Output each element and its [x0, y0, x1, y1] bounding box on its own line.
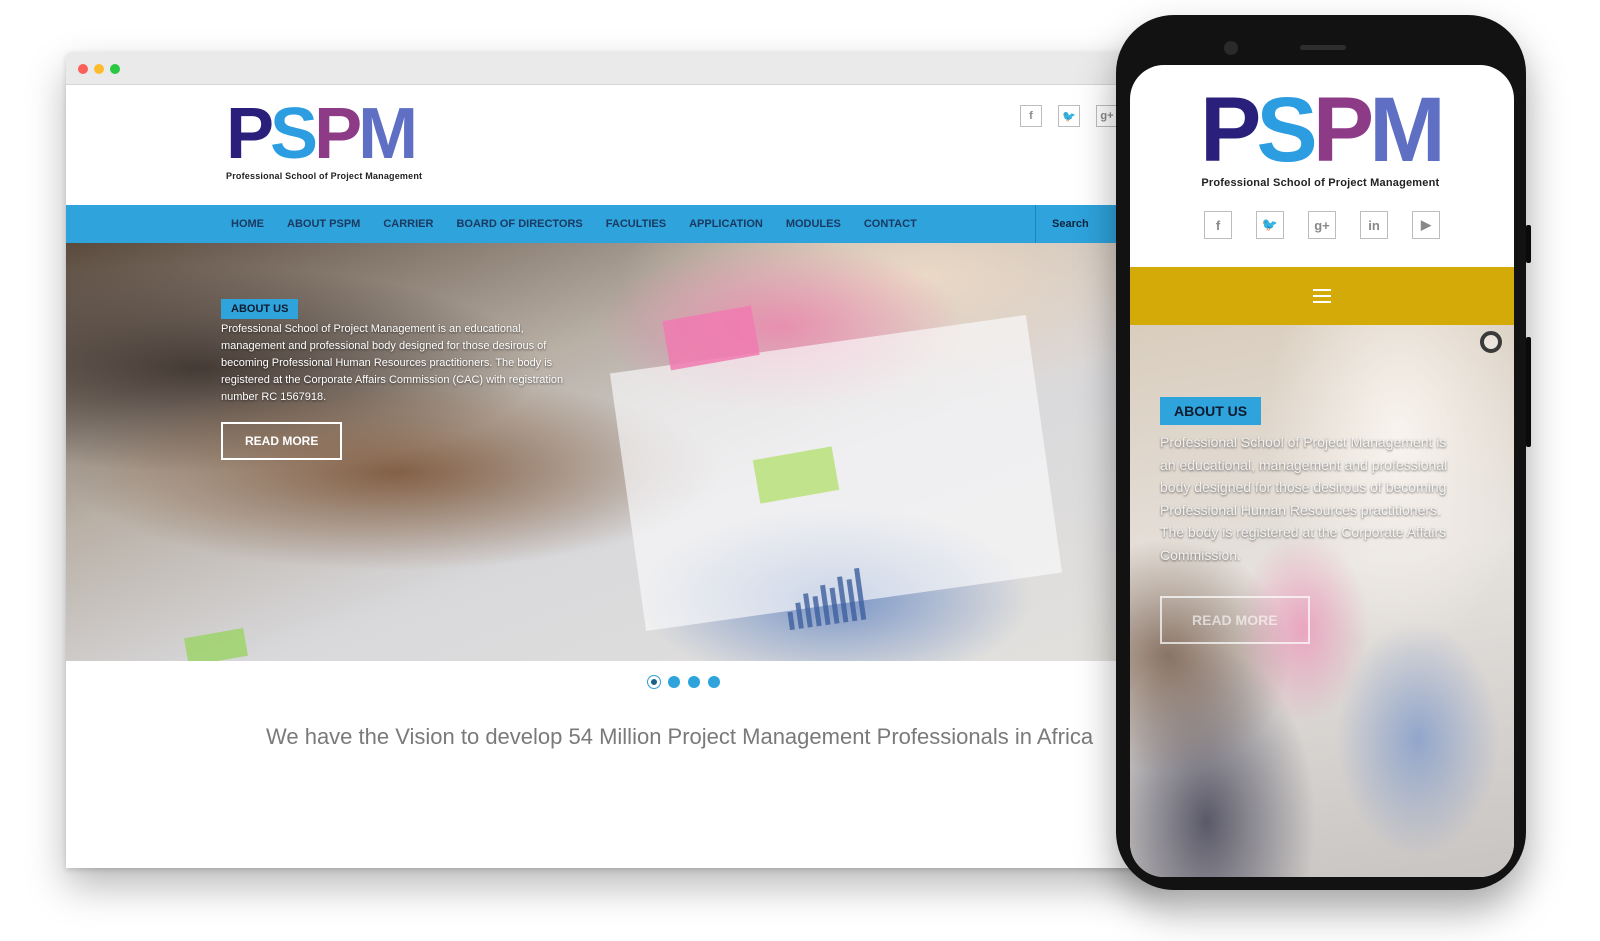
- linkedin-icon[interactable]: in: [1360, 211, 1388, 239]
- logo-letter: P: [226, 94, 274, 174]
- mobile-hero-caption: ABOUT US Professional School of Project …: [1160, 397, 1450, 644]
- maximize-window-button[interactable]: [110, 64, 120, 74]
- mobile-hero-description: Professional School of Project Managemen…: [1160, 434, 1448, 563]
- main-navbar: HOME ABOUT PSPM CARRIER BOARD OF DIRECTO…: [66, 205, 1166, 243]
- close-window-button[interactable]: [78, 64, 88, 74]
- mobile-social-links: f 🐦 g+ in ▶: [1204, 211, 1440, 239]
- phone-volume-button: [1526, 225, 1531, 263]
- nav-item-about-pspm[interactable]: ABOUT PSPM: [287, 218, 360, 230]
- google-plus-icon[interactable]: g+: [1308, 211, 1336, 239]
- phone-power-button: [1526, 337, 1531, 447]
- loading-spinner-icon: [1480, 331, 1502, 353]
- slider-dot-2[interactable]: [668, 676, 680, 688]
- nav-item-board-of-directors[interactable]: BOARD OF DIRECTORS: [456, 218, 582, 230]
- mobile-pspm-logo[interactable]: PSPM Professional School of Project Mana…: [1200, 84, 1446, 189]
- logo-letter: P: [1312, 79, 1374, 181]
- nav-item-faculties[interactable]: FACULTIES: [606, 218, 666, 230]
- nav-menu: HOME ABOUT PSPM CARRIER BOARD OF DIRECTO…: [231, 205, 917, 243]
- hero-image-sticky-note: [184, 628, 248, 661]
- twitter-icon[interactable]: 🐦: [1058, 105, 1080, 127]
- hero-description: Professional School of Project Managemen…: [221, 323, 564, 403]
- desktop-browser-window: PSPM Professional School of Project Mana…: [66, 52, 1166, 868]
- logo-letter: M: [358, 94, 418, 174]
- nav-item-carrier[interactable]: CARRIER: [383, 218, 433, 230]
- phone-camera: [1224, 41, 1238, 55]
- about-us-badge: ABOUT US: [221, 299, 299, 319]
- mobile-screen: PSPM Professional School of Project Mana…: [1130, 65, 1514, 877]
- phone-speaker: [1300, 45, 1346, 50]
- logo-letter: S: [270, 94, 318, 174]
- google-plus-icon[interactable]: g+: [1096, 105, 1118, 127]
- twitter-icon[interactable]: 🐦: [1256, 211, 1284, 239]
- mobile-menu-bar: [1130, 267, 1514, 325]
- youtube-icon[interactable]: ▶: [1412, 211, 1440, 239]
- hero-image-bar-graphic: [783, 567, 867, 631]
- hero-caption: ABOUT US Professional School of Project …: [221, 299, 581, 460]
- logo-wordmark: PSPM: [1200, 84, 1446, 176]
- vision-statement: We have the Vision to develop 54 Million…: [266, 724, 1094, 749]
- nav-item-contact[interactable]: CONTACT: [864, 218, 917, 230]
- facebook-icon[interactable]: f: [1204, 211, 1232, 239]
- slider-dot-1[interactable]: [648, 676, 660, 688]
- slider-dot-4[interactable]: [708, 676, 720, 688]
- nav-item-modules[interactable]: MODULES: [786, 218, 841, 230]
- mobile-hero-slider: ABOUT US Professional School of Project …: [1130, 325, 1514, 877]
- minimize-window-button[interactable]: [94, 64, 104, 74]
- mobile-read-more-button[interactable]: READ MORE: [1160, 596, 1310, 644]
- hero-slider: ABOUT US Professional School of Project …: [66, 243, 1166, 661]
- slider-pagination: [648, 676, 720, 688]
- pspm-logo[interactable]: PSPM Professional School of Project Mana…: [226, 98, 423, 181]
- nav-item-home[interactable]: HOME: [231, 218, 264, 230]
- nav-item-application[interactable]: APPLICATION: [689, 218, 763, 230]
- logo-letter: P: [314, 94, 362, 174]
- logo-wordmark: PSPM: [226, 98, 422, 170]
- logo-letter: M: [1369, 79, 1446, 181]
- logo-letter: S: [1256, 79, 1317, 181]
- logo-tagline: Professional School of Project Managemen…: [1201, 177, 1440, 189]
- hamburger-menu-icon[interactable]: [1313, 289, 1331, 303]
- site-header: PSPM Professional School of Project Mana…: [66, 85, 1166, 205]
- logo-letter: P: [1200, 79, 1261, 181]
- about-us-badge: ABOUT US: [1160, 397, 1262, 425]
- mobile-phone-frame: PSPM Professional School of Project Mana…: [1116, 15, 1531, 890]
- browser-titlebar: [66, 52, 1166, 85]
- slider-dot-3[interactable]: [688, 676, 700, 688]
- logo-tagline: Professional School of Project Managemen…: [226, 171, 423, 181]
- read-more-button[interactable]: READ MORE: [221, 422, 343, 460]
- facebook-icon[interactable]: f: [1020, 105, 1042, 127]
